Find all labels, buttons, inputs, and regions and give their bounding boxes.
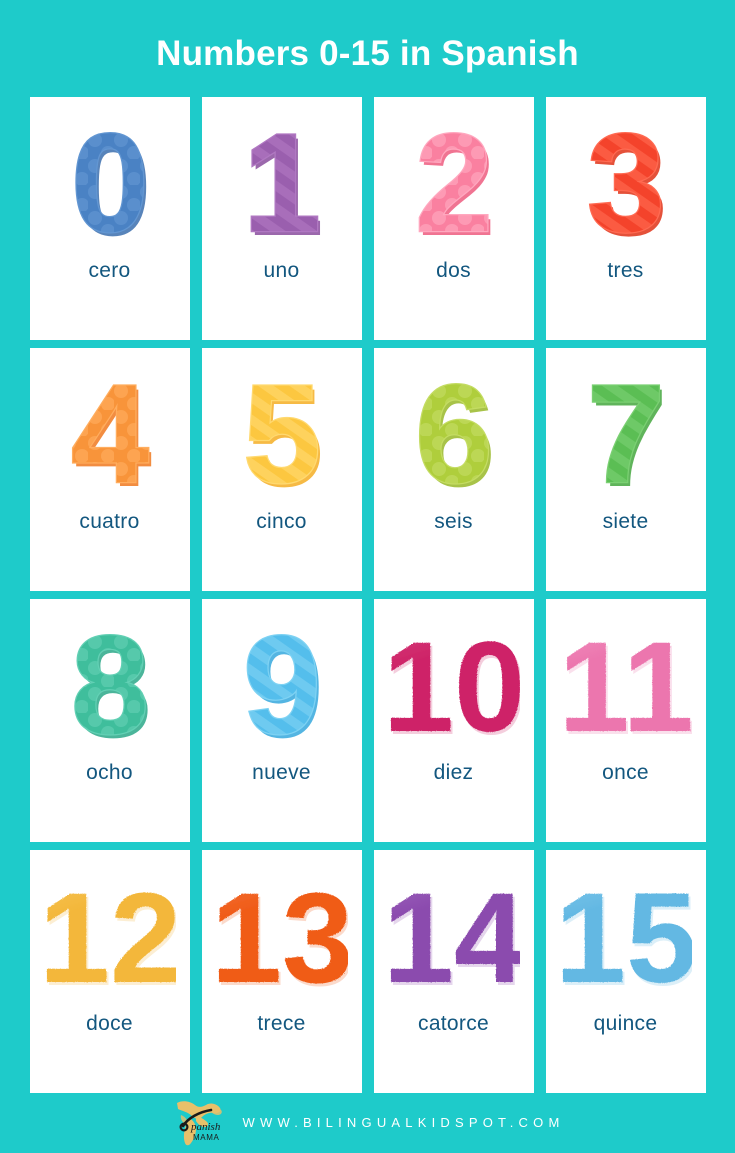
number-figure: 44 [30, 348, 190, 511]
number-word-label: cuatro [79, 510, 140, 533]
number-card-8[interactable]: 8 8 ocho [29, 599, 190, 842]
svg-text:0: 0 [71, 107, 149, 257]
number-glyph: 1212 [44, 867, 176, 1010]
number-glyph: 22 [413, 107, 495, 257]
number-card-0[interactable]: 0 0 cero [29, 97, 190, 340]
number-figure: 10 10 [374, 599, 534, 762]
number-glyph: 33 [585, 107, 667, 257]
number-card-1[interactable]: 1 1 uno [201, 97, 362, 340]
svg-text:7: 7 [587, 358, 665, 508]
svg-text:8: 8 [71, 609, 149, 759]
number-glyph: 55 [241, 358, 323, 508]
number-figure: 15 15 [546, 850, 706, 1013]
number-card-11[interactable]: 11 11 once [545, 599, 706, 842]
number-card-2[interactable]: 2 2 dos [373, 97, 534, 340]
number-card-4[interactable]: 4 4 cuatro [29, 348, 190, 591]
number-word-label: uno [263, 259, 300, 282]
svg-text:12: 12 [44, 867, 176, 1010]
svg-text:panish: panish [190, 1121, 221, 1133]
number-figure: 33 [546, 97, 706, 260]
number-card-12[interactable]: 12 12 doce [29, 850, 190, 1093]
svg-text:14: 14 [388, 867, 520, 1010]
number-card-14[interactable]: 14 14 catorce [373, 850, 534, 1093]
number-figure: 55 [202, 348, 362, 511]
spanish-mama-logo: panish MAMA [171, 1096, 229, 1148]
number-card-3[interactable]: 3 3 tres [545, 97, 706, 340]
number-glyph: 1515 [560, 867, 692, 1010]
number-word-label: nueve [252, 761, 311, 784]
website-url[interactable]: WWW.BILINGUALKIDSPOT.COM [243, 1115, 565, 1130]
number-word-label: doce [86, 1012, 133, 1035]
number-glyph: 00 [69, 107, 151, 257]
number-word-label: trece [257, 1012, 306, 1035]
number-figure: 11 [202, 97, 362, 260]
number-glyph: 66 [413, 358, 495, 508]
number-figure: 99 [202, 599, 362, 762]
number-card-grid: 0 0 cero 1 1 uno 2 2 dos 3 3 tres 4 4 cuatro 5 5 cinco 6 6 s… [29, 97, 706, 1093]
number-glyph: 88 [69, 609, 151, 759]
number-glyph: 1414 [388, 867, 520, 1010]
number-card-7[interactable]: 7 7 siete [545, 348, 706, 591]
number-card-5[interactable]: 5 5 cinco [201, 348, 362, 591]
number-figure: 66 [374, 348, 534, 511]
number-word-label: catorce [418, 1012, 489, 1035]
number-card-15[interactable]: 15 15 quince [545, 850, 706, 1093]
number-figure: 00 [30, 97, 190, 260]
number-word-label: dos [436, 259, 471, 282]
number-glyph: 99 [241, 609, 323, 759]
number-glyph: 1010 [388, 616, 520, 759]
number-glyph: 1111 [560, 616, 692, 759]
number-word-label: ocho [86, 761, 133, 784]
number-card-9[interactable]: 9 9 nueve [201, 599, 362, 842]
svg-text:1: 1 [243, 107, 321, 257]
svg-text:9: 9 [243, 609, 321, 759]
svg-text:13: 13 [216, 867, 348, 1010]
number-word-label: tres [607, 259, 644, 282]
number-glyph: 44 [69, 358, 151, 508]
svg-text:3: 3 [587, 107, 665, 257]
number-word-label: once [602, 761, 649, 784]
number-figure: 22 [374, 97, 534, 260]
svg-text:4: 4 [71, 358, 149, 508]
number-glyph: 11 [241, 107, 323, 257]
number-figure: 13 13 [202, 850, 362, 1013]
svg-text:10: 10 [388, 616, 520, 759]
number-word-label: cero [88, 259, 131, 282]
svg-text:2: 2 [415, 107, 493, 257]
svg-text:5: 5 [243, 358, 321, 508]
svg-text:6: 6 [415, 358, 493, 508]
svg-text:15: 15 [560, 867, 692, 1010]
page-title: Numbers 0-15 in Spanish [156, 34, 579, 73]
number-figure: 77 [546, 348, 706, 511]
number-glyph: 1313 [216, 867, 348, 1010]
number-figure: 12 12 [30, 850, 190, 1013]
number-word-label: quince [593, 1012, 658, 1035]
footer: panish MAMA WWW.BILINGUALKIDSPOT.COM [0, 1092, 735, 1152]
number-word-label: siete [602, 510, 649, 533]
number-word-label: seis [434, 510, 473, 533]
number-word-label: diez [433, 761, 474, 784]
number-figure: 11 11 [546, 599, 706, 762]
svg-text:11: 11 [560, 616, 692, 759]
number-figure: 14 14 [374, 850, 534, 1013]
number-word-label: cinco [256, 510, 307, 533]
number-glyph: 77 [585, 358, 667, 508]
poster: Numbers 0-15 in Spanish 0 0 cero 1 1 uno 2 2 dos… [0, 0, 735, 1152]
svg-text:MAMA: MAMA [193, 1133, 219, 1142]
number-card-6[interactable]: 6 6 seis [373, 348, 534, 591]
number-card-13[interactable]: 13 13 trece [201, 850, 362, 1093]
number-card-10[interactable]: 10 10 diez [373, 599, 534, 842]
number-figure: 88 [30, 599, 190, 762]
